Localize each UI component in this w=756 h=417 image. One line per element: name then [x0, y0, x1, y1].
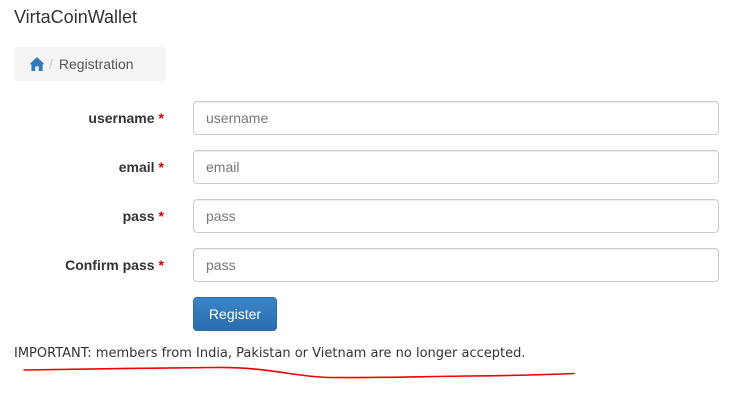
pass-label-text: pass	[122, 208, 155, 224]
registration-page: VirtaCoinWallet / Registration username *…	[0, 0, 756, 417]
required-marker: *	[158, 159, 164, 175]
home-icon[interactable]	[29, 56, 45, 72]
brand-title[interactable]: VirtaCoinWallet	[14, 7, 137, 28]
important-notice: IMPORTANT: members from India, Pakistan …	[14, 346, 526, 361]
form-row-pass: pass *	[0, 199, 756, 233]
form-row-confirm-pass: Confirm pass *	[0, 248, 756, 282]
username-input[interactable]	[193, 101, 719, 135]
form-row-username: username *	[0, 101, 756, 135]
required-marker: *	[158, 257, 164, 273]
breadcrumb: / Registration	[14, 47, 166, 81]
breadcrumb-current: Registration	[58, 56, 134, 72]
red-underline-annotation	[23, 366, 575, 379]
username-label-text: username	[88, 110, 155, 126]
register-button[interactable]: Register	[193, 297, 277, 331]
confirm-pass-input[interactable]	[193, 248, 719, 282]
username-label: username *	[88, 101, 164, 135]
breadcrumb-separator: /	[49, 56, 53, 72]
required-marker: *	[158, 110, 164, 126]
email-label-text: email	[118, 159, 155, 175]
confirm-pass-label: Confirm pass *	[65, 248, 164, 282]
email-input[interactable]	[193, 150, 719, 184]
pass-label: pass *	[123, 199, 164, 233]
required-marker: *	[158, 208, 164, 224]
confirm-pass-label-text: Confirm pass	[65, 257, 155, 273]
email-label: email *	[119, 150, 164, 184]
pass-input[interactable]	[193, 199, 719, 233]
form-row-email: email *	[0, 150, 756, 184]
